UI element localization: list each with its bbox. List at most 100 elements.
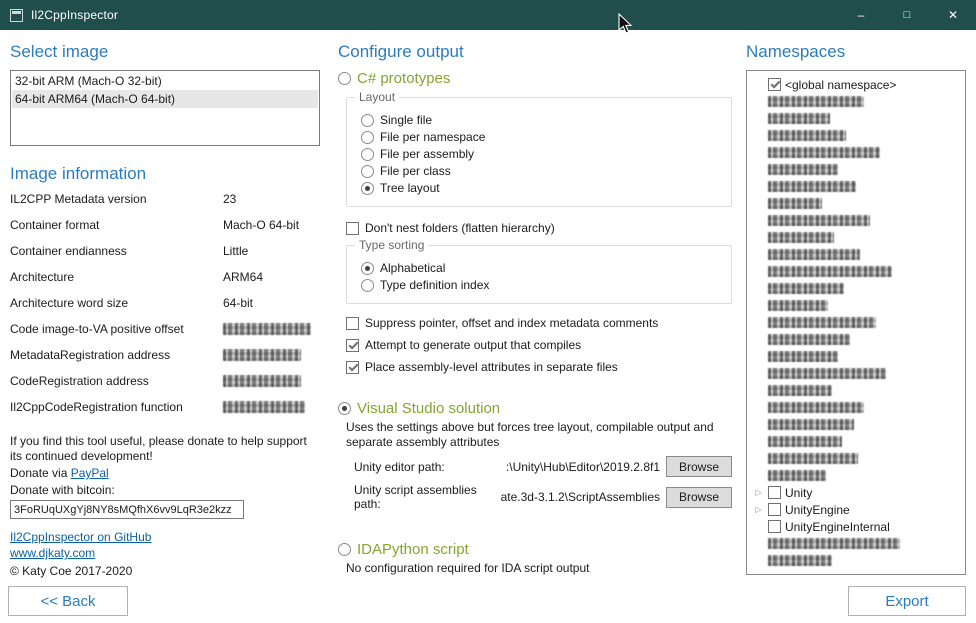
info-value: ARM64	[223, 270, 263, 284]
namespace-item[interactable]: ▷	[751, 450, 961, 467]
maximize-button[interactable]: □	[884, 0, 930, 30]
sorting-option[interactable]: Alphabetical	[361, 261, 721, 275]
namespace-item[interactable]: ▷	[751, 314, 961, 331]
namespace-item[interactable]: ▷	[751, 178, 961, 195]
info-row: Container format Mach-O 64-bit	[10, 218, 320, 244]
namespace-item[interactable]: ▷	[751, 229, 961, 246]
compiles-checkbox[interactable]	[346, 339, 359, 352]
export-button[interactable]: Export	[848, 586, 966, 616]
namespace-item[interactable]: ▷	[751, 93, 961, 110]
namespace-item[interactable]: ▷	[751, 263, 961, 280]
redacted-namespace	[768, 249, 860, 260]
namespace-item[interactable]: ▷	[751, 416, 961, 433]
redacted-namespace	[768, 385, 832, 396]
sorting-option[interactable]: Type definition index	[361, 278, 721, 292]
namespace-item[interactable]: ▷	[751, 382, 961, 399]
minimize-button[interactable]: –	[838, 0, 884, 30]
layout-option-radio[interactable]	[361, 165, 374, 178]
namespace-item[interactable]: ▷	[751, 348, 961, 365]
layout-option-radio[interactable]	[361, 182, 374, 195]
namespace-item[interactable]: ▷	[751, 297, 961, 314]
info-row: IL2CPP Metadata version 23	[10, 192, 320, 218]
redacted-namespace	[768, 317, 876, 328]
redacted-namespace	[768, 147, 880, 158]
namespace-item[interactable]: ▷	[751, 467, 961, 484]
namespaces-tree[interactable]: ▷ <global namespace> ▷ ▷ ▷	[746, 70, 966, 575]
namespace-item[interactable]: ▷ Unity	[751, 484, 961, 501]
namespace-item[interactable]: ▷	[751, 331, 961, 348]
redacted-namespace	[768, 351, 838, 362]
visual-studio-option[interactable]: Visual Studio solution	[338, 400, 732, 417]
namespace-item[interactable]: ▷	[751, 433, 961, 450]
layout-option-radio[interactable]	[361, 148, 374, 161]
suppress-option[interactable]: Suppress pointer, offset and index metad…	[346, 316, 732, 330]
donate-paypal-line: Donate via PayPal	[10, 466, 320, 481]
unity-assemblies-browse-button[interactable]: Browse	[666, 487, 732, 508]
unity-editor-browse-button[interactable]: Browse	[666, 456, 732, 477]
csharp-prototypes-option[interactable]: C# prototypes	[338, 70, 732, 87]
namespace-item[interactable]: ▷	[751, 399, 961, 416]
namespace-checkbox[interactable]	[768, 520, 781, 533]
image-list-item[interactable]: 32-bit ARM (Mach-O 32-bit)	[12, 72, 318, 90]
layout-groupbox: Layout Single file File per namespace Fi…	[346, 97, 732, 207]
namespace-item[interactable]: ▷	[751, 552, 961, 569]
compiles-option[interactable]: Attempt to generate output that compiles	[346, 338, 732, 352]
image-list-item[interactable]: 64-bit ARM64 (Mach-O 64-bit)	[12, 90, 318, 108]
namespace-checkbox[interactable]	[768, 503, 781, 516]
unity-assemblies-path-value: ate.3d-3.1.2\ScriptAssemblies	[501, 490, 660, 504]
info-value: 23	[223, 192, 236, 206]
sorting-option-radio[interactable]	[361, 262, 374, 275]
bitcoin-address-input[interactable]	[10, 500, 244, 519]
namespace-item[interactable]: ▷	[751, 195, 961, 212]
layout-option[interactable]: Single file	[361, 113, 721, 127]
csharp-radio[interactable]	[338, 72, 351, 85]
redacted-namespace	[768, 402, 864, 413]
select-image-panel: Select image 32-bit ARM (Mach-O 32-bit) …	[0, 30, 330, 623]
namespace-item[interactable]: ▷ UnityEngine	[751, 501, 961, 518]
namespace-item[interactable]: ▷	[751, 144, 961, 161]
namespace-item[interactable]: ▷ UnityEngineInternal	[751, 518, 961, 535]
namespace-item[interactable]: ▷	[751, 110, 961, 127]
image-listbox[interactable]: 32-bit ARM (Mach-O 32-bit) 64-bit ARM64 …	[10, 70, 320, 146]
namespace-item[interactable]: ▷ <global namespace>	[751, 76, 961, 93]
redacted-namespace	[768, 555, 832, 566]
namespace-item[interactable]: ▷	[751, 280, 961, 297]
attributes-option[interactable]: Place assembly-level attributes in separ…	[346, 360, 732, 374]
layout-option[interactable]: File per assembly	[361, 147, 721, 161]
expander-icon[interactable]: ▷	[753, 487, 764, 498]
suppress-checkbox[interactable]	[346, 317, 359, 330]
website-link[interactable]: www.djkaty.com	[10, 546, 95, 560]
layout-option[interactable]: File per namespace	[361, 130, 721, 144]
layout-option[interactable]: Tree layout	[361, 181, 721, 195]
sorting-option-radio[interactable]	[361, 279, 374, 292]
back-button[interactable]: << Back	[8, 586, 128, 616]
redacted-namespace	[768, 453, 858, 464]
namespace-item[interactable]: ▷	[751, 246, 961, 263]
expander-icon[interactable]: ▷	[753, 504, 764, 515]
layout-option-radio[interactable]	[361, 131, 374, 144]
flatten-label: Don't nest folders (flatten hierarchy)	[365, 221, 555, 235]
flatten-checkbox[interactable]	[346, 222, 359, 235]
type-sorting-groupbox: Type sorting Alphabetical Type definitio…	[346, 245, 732, 304]
close-button[interactable]: ✕	[930, 0, 976, 30]
namespace-item[interactable]: ▷	[751, 535, 961, 552]
info-label: Container format	[10, 218, 223, 232]
namespace-item[interactable]: ▷	[751, 212, 961, 229]
namespace-checkbox[interactable]	[768, 78, 781, 91]
redacted-namespace	[768, 283, 844, 294]
idapython-option[interactable]: IDAPython script	[338, 541, 732, 558]
redacted-value	[223, 401, 305, 413]
namespace-item[interactable]: ▷	[751, 127, 961, 144]
info-row: MetadataRegistration address	[10, 348, 320, 374]
idapython-radio[interactable]	[338, 543, 351, 556]
github-link[interactable]: Il2CppInspector on GitHub	[10, 530, 151, 544]
namespace-item[interactable]: ▷	[751, 365, 961, 382]
paypal-link[interactable]: PayPal	[71, 466, 109, 480]
layout-option[interactable]: File per class	[361, 164, 721, 178]
namespace-checkbox[interactable]	[768, 486, 781, 499]
attributes-checkbox[interactable]	[346, 361, 359, 374]
namespace-item[interactable]: ▷	[751, 161, 961, 178]
flatten-option[interactable]: Don't nest folders (flatten hierarchy)	[346, 221, 732, 235]
layout-option-radio[interactable]	[361, 114, 374, 127]
visual-studio-radio[interactable]	[338, 402, 351, 415]
